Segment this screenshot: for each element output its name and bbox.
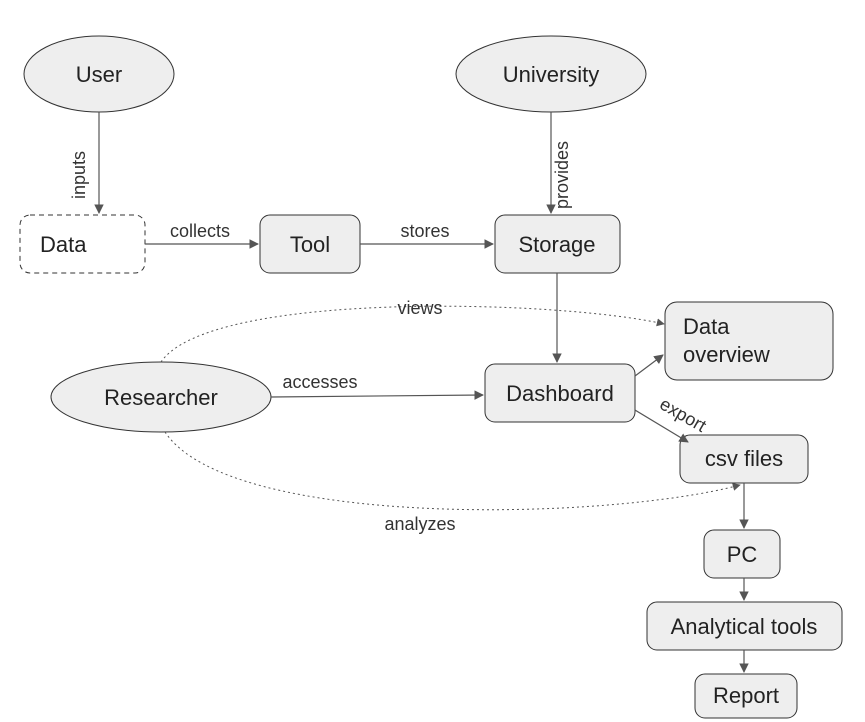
edge-export-label: export: [656, 394, 709, 436]
edge-analyzes-label: analyzes: [384, 514, 455, 534]
edge-provides-label: provides: [552, 141, 572, 209]
edge-stores-label: stores: [400, 221, 449, 241]
edge-views-label: views: [397, 298, 442, 318]
node-university-label: University: [503, 62, 600, 87]
node-report-label: Report: [713, 683, 779, 708]
edge-accesses: [271, 395, 483, 397]
node-data-label: Data: [40, 232, 87, 257]
node-storage-label: Storage: [518, 232, 595, 257]
node-pc-label: PC: [727, 542, 758, 567]
node-researcher-label: Researcher: [104, 385, 218, 410]
node-analytical-tools-label: Analytical tools: [671, 614, 818, 639]
edge-accesses-label: accesses: [282, 372, 357, 392]
node-data-overview-label-1: Data: [683, 314, 730, 339]
edge-dashboard-overview: [635, 355, 663, 376]
node-tool-label: Tool: [290, 232, 330, 257]
edge-collects-label: collects: [170, 221, 230, 241]
edge-inputs-label: inputs: [69, 151, 89, 199]
node-dashboard-label: Dashboard: [506, 381, 614, 406]
node-csv-files-label: csv files: [705, 446, 783, 471]
edge-analyzes: [165, 432, 740, 510]
node-user-label: User: [76, 62, 122, 87]
node-data-overview-label-2: overview: [683, 342, 770, 367]
